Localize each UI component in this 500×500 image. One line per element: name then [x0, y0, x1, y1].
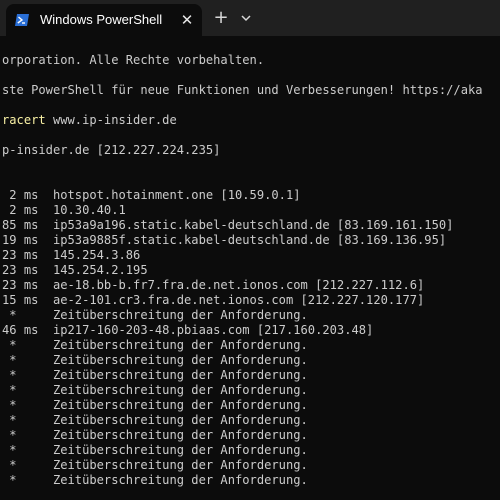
hop-line: 23 ms 145.254.2.195: [2, 263, 148, 277]
hop-line: * Zeitüberschreitung der Anforderung.: [2, 383, 308, 397]
plus-icon[interactable]: +: [210, 8, 232, 28]
tab-title: Windows PowerShell: [40, 12, 163, 27]
hop-line: * Zeitüberschreitung der Anforderung.: [2, 428, 308, 442]
hop-line: 15 ms ae-2-101.cr3.fra.de.net.ionos.com …: [2, 293, 425, 307]
hop-line: 2 ms 10.30.40.1: [2, 203, 126, 217]
tab-windows-powershell[interactable]: Windows PowerShell ✕: [6, 4, 202, 36]
hop-line: * Zeitüberschreitung der Anforderung.: [2, 368, 308, 382]
hop-line: 23 ms 145.254.3.86: [2, 248, 141, 262]
hop-line: 23 ms ae-18.bb-b.fr7.fra.de.net.ionos.co…: [2, 278, 425, 292]
hop-line: 19 ms ip53a9885f.static.kabel-deutschlan…: [2, 233, 447, 247]
hop-line: * Zeitüberschreitung der Anforderung.: [2, 353, 308, 367]
command-name: racert: [2, 113, 46, 127]
command-line: racert www.ip-insider.de: [2, 113, 177, 128]
hop-line: * Zeitüberschreitung der Anforderung.: [2, 443, 308, 457]
copyright-line: orporation. Alle Rechte vorbehalten.: [2, 53, 265, 67]
hop-line: * Zeitüberschreitung der Anforderung.: [2, 458, 308, 472]
hop-line: 46 ms ip217-160-203-48.pbiaas.com [217.1…: [2, 323, 374, 337]
powershell-icon: [15, 14, 29, 26]
install-hint-line: ste PowerShell für neue Funktionen und V…: [2, 83, 483, 97]
title-bar: Windows PowerShell ✕ +: [0, 0, 500, 36]
chevron-down-icon[interactable]: [236, 8, 256, 28]
command-argument: www.ip-insider.de: [45, 113, 177, 127]
hop-line: * Zeitüberschreitung der Anforderung.: [2, 473, 308, 487]
hop-line: * Zeitüberschreitung der Anforderung.: [2, 398, 308, 412]
route-header-line: p-insider.de [212.227.224.235]: [2, 143, 221, 157]
hop-line: 2 ms hotspot.hotainment.one [10.59.0.1]: [2, 188, 301, 202]
terminal-output[interactable]: orporation. Alle Rechte vorbehalten. ste…: [0, 36, 500, 500]
close-icon[interactable]: ✕: [178, 11, 196, 29]
hop-line: 85 ms ip53a9a196.static.kabel-deutschlan…: [2, 218, 454, 232]
hop-line: * Zeitüberschreitung der Anforderung.: [2, 338, 308, 352]
hop-line: * Zeitüberschreitung der Anforderung.: [2, 308, 308, 322]
hop-line: * Zeitüberschreitung der Anforderung.: [2, 413, 308, 427]
